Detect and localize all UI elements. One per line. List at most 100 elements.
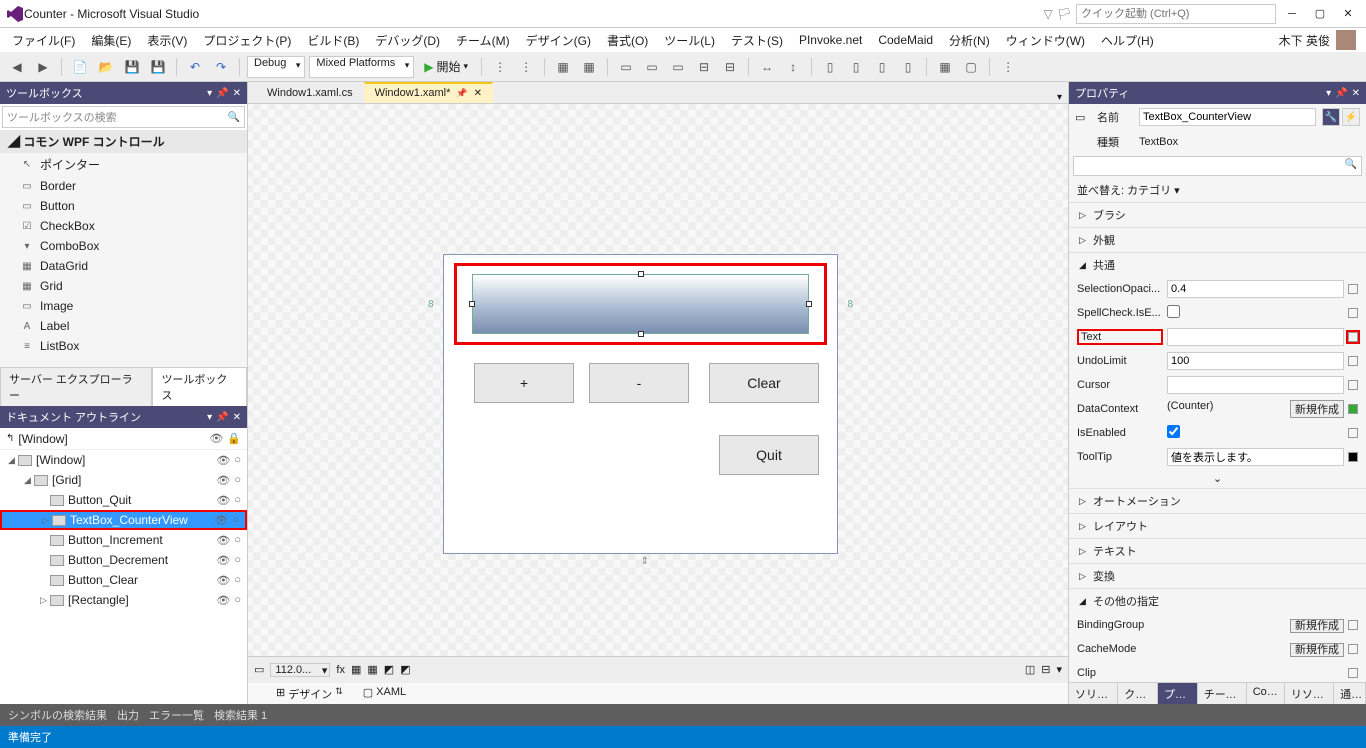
grid-icon[interactable]: ▦	[351, 663, 361, 676]
menu-codemaid[interactable]: CodeMaid	[870, 30, 941, 50]
designer-window[interactable]: 8 8 + - Clear Quit ⇕	[443, 254, 838, 554]
toolbox-item[interactable]: ☑CheckBox	[0, 216, 247, 236]
new-project-button[interactable]: 📄	[69, 56, 91, 78]
prop-cursor-input[interactable]	[1167, 376, 1344, 394]
outline-node[interactable]: ◢[Window]👁○	[0, 450, 247, 470]
grid-icon[interactable]: ▦	[367, 663, 377, 676]
button-quit[interactable]: Quit	[719, 435, 819, 475]
lock-icon[interactable]: ○	[234, 554, 241, 567]
minimize-button[interactable]: ─	[1280, 4, 1304, 24]
lock-icon[interactable]: ○	[232, 514, 239, 527]
tab-team[interactable]: チーム...	[1198, 683, 1247, 704]
toolbox-item[interactable]: ALabel	[0, 316, 247, 336]
platform-combo[interactable]: Mixed Platforms	[309, 56, 414, 78]
visibility-icon[interactable]: 👁	[216, 474, 230, 487]
properties-mode-button[interactable]: 🔧	[1322, 108, 1340, 126]
prop-selectionopacity-input[interactable]	[1167, 280, 1344, 298]
config-combo[interactable]: Debug	[247, 56, 305, 78]
menu-build[interactable]: ビルド(B)	[299, 29, 367, 52]
collapse-pane-icon[interactable]: ▾	[1056, 663, 1062, 676]
doc-tabs-overflow-icon[interactable]: ▾	[1051, 92, 1068, 103]
tool-icon[interactable]: ▦	[934, 56, 956, 78]
tab-toolbox[interactable]: ツールボックス	[152, 367, 247, 406]
panel-dropdown-icon[interactable]: ▾	[207, 412, 212, 423]
prop-marker-icon[interactable]	[1348, 668, 1358, 678]
cat-misc[interactable]: ◢その他の指定	[1069, 588, 1366, 613]
prop-marker-icon[interactable]	[1348, 380, 1358, 390]
sort-mode[interactable]: 並べ替え: カテゴリ ▾	[1069, 178, 1366, 202]
properties-search-input[interactable]	[1073, 156, 1362, 176]
toolbox-item[interactable]: ↖ポインター	[0, 153, 247, 176]
resize-handle-icon[interactable]: ⇕	[641, 556, 649, 567]
cat-brush[interactable]: ▷ブラシ	[1069, 202, 1366, 227]
toolbox-group-header[interactable]: ◢ コモン WPF コントロール	[0, 130, 247, 153]
panel-close-icon[interactable]: ✕	[233, 412, 241, 423]
menu-project[interactable]: プロジェクト(P)	[195, 29, 299, 52]
toolbox-item[interactable]: ▦Grid	[0, 276, 247, 296]
panel-pin-icon[interactable]: 📌	[216, 88, 228, 99]
lock-icon[interactable]: ○	[234, 474, 241, 487]
save-all-button[interactable]: 💾	[147, 56, 169, 78]
tab-notify[interactable]: 通知	[1334, 683, 1366, 704]
snap-icon[interactable]: ◩	[384, 663, 394, 676]
prop-tooltip-input[interactable]	[1167, 448, 1344, 466]
outline-node[interactable]: Button_Increment👁○	[0, 530, 247, 550]
feedback-icon[interactable]: ▽	[1044, 7, 1053, 21]
cat-appearance[interactable]: ▷外観	[1069, 227, 1366, 252]
user-avatar-icon[interactable]	[1336, 30, 1356, 50]
visibility-icon[interactable]: 👁	[216, 574, 230, 587]
tree-toggle-icon[interactable]: ◢	[24, 475, 34, 486]
lock-icon[interactable]: ○	[234, 594, 241, 607]
button-decrement[interactable]: -	[589, 363, 689, 403]
button-clear[interactable]: Clear	[709, 363, 819, 403]
tab-server-explorer[interactable]: サーバー エクスプローラー	[0, 367, 152, 406]
redo-button[interactable]: ↷	[210, 56, 232, 78]
spacing-icon[interactable]: ↔	[756, 56, 778, 78]
outline-node[interactable]: Button_Clear👁○	[0, 570, 247, 590]
panel-dropdown-icon[interactable]: ▾	[207, 88, 212, 99]
prop-marker-icon[interactable]	[1348, 428, 1358, 438]
datacontext-new-button[interactable]: 新規作成	[1290, 400, 1344, 418]
doc-tab-xaml-cs[interactable]: Window1.xaml.cs	[256, 83, 364, 103]
visibility-icon[interactable]: 👁	[216, 454, 230, 467]
menu-window[interactable]: ウィンドウ(W)	[998, 29, 1093, 52]
tab-find-symbol[interactable]: シンボルの検索結果	[8, 707, 107, 723]
maximize-button[interactable]: ▢	[1308, 4, 1332, 24]
name-input[interactable]	[1139, 108, 1316, 126]
toolbox-item[interactable]: ▾ComboBox	[0, 236, 247, 256]
menu-file[interactable]: ファイル(F)	[4, 29, 83, 52]
tab-class[interactable]: クラ...	[1118, 683, 1158, 704]
align-icon[interactable]: ⊟	[719, 56, 741, 78]
toolbox-item[interactable]: ▭Image	[0, 296, 247, 316]
visibility-icon[interactable]: 👁	[216, 494, 230, 507]
visibility-icon[interactable]: 👁	[216, 554, 230, 567]
grid-align-icon[interactable]: ▦	[578, 56, 600, 78]
outline-up-icon[interactable]: ↰	[6, 433, 14, 444]
prop-marker-icon[interactable]	[1348, 332, 1358, 342]
prop-marker-icon[interactable]	[1348, 452, 1358, 462]
menu-pinvoke[interactable]: PInvoke.net	[791, 30, 870, 50]
prop-marker-icon[interactable]	[1348, 620, 1358, 630]
outline-node[interactable]: ▷[Rectangle]👁○	[0, 590, 247, 610]
prop-marker-icon[interactable]	[1348, 356, 1358, 366]
tab-error-list[interactable]: エラー一覧	[149, 707, 204, 723]
lock-icon[interactable]: ○	[234, 534, 241, 547]
resize-handle-icon[interactable]	[806, 301, 812, 307]
toolbox-item[interactable]: ▦DataGrid	[0, 256, 247, 276]
close-button[interactable]: ✕	[1336, 4, 1360, 24]
grid-align-left-icon[interactable]: ▦	[552, 56, 574, 78]
nav-forward-button[interactable]: ▶	[32, 56, 54, 78]
outline-node[interactable]: Button_Decrement👁○	[0, 550, 247, 570]
lock-icon[interactable]: ○	[234, 574, 241, 587]
events-mode-button[interactable]: ⚡	[1342, 108, 1360, 126]
cat-automation[interactable]: ▷オートメーション	[1069, 488, 1366, 513]
start-debug-button[interactable]: ▶開始▾	[418, 56, 474, 78]
tree-toggle-icon[interactable]: ▷	[40, 595, 50, 606]
resize-handle-icon[interactable]	[638, 271, 644, 277]
bindinggroup-new-button[interactable]: 新規作成	[1290, 619, 1344, 633]
order-icon[interactable]: ▯	[819, 56, 841, 78]
menu-tools[interactable]: ツール(L)	[656, 29, 723, 52]
textbox-counterview[interactable]	[472, 274, 809, 334]
quick-launch-input[interactable]	[1076, 4, 1276, 24]
tool-icon[interactable]: ⋮	[515, 56, 537, 78]
